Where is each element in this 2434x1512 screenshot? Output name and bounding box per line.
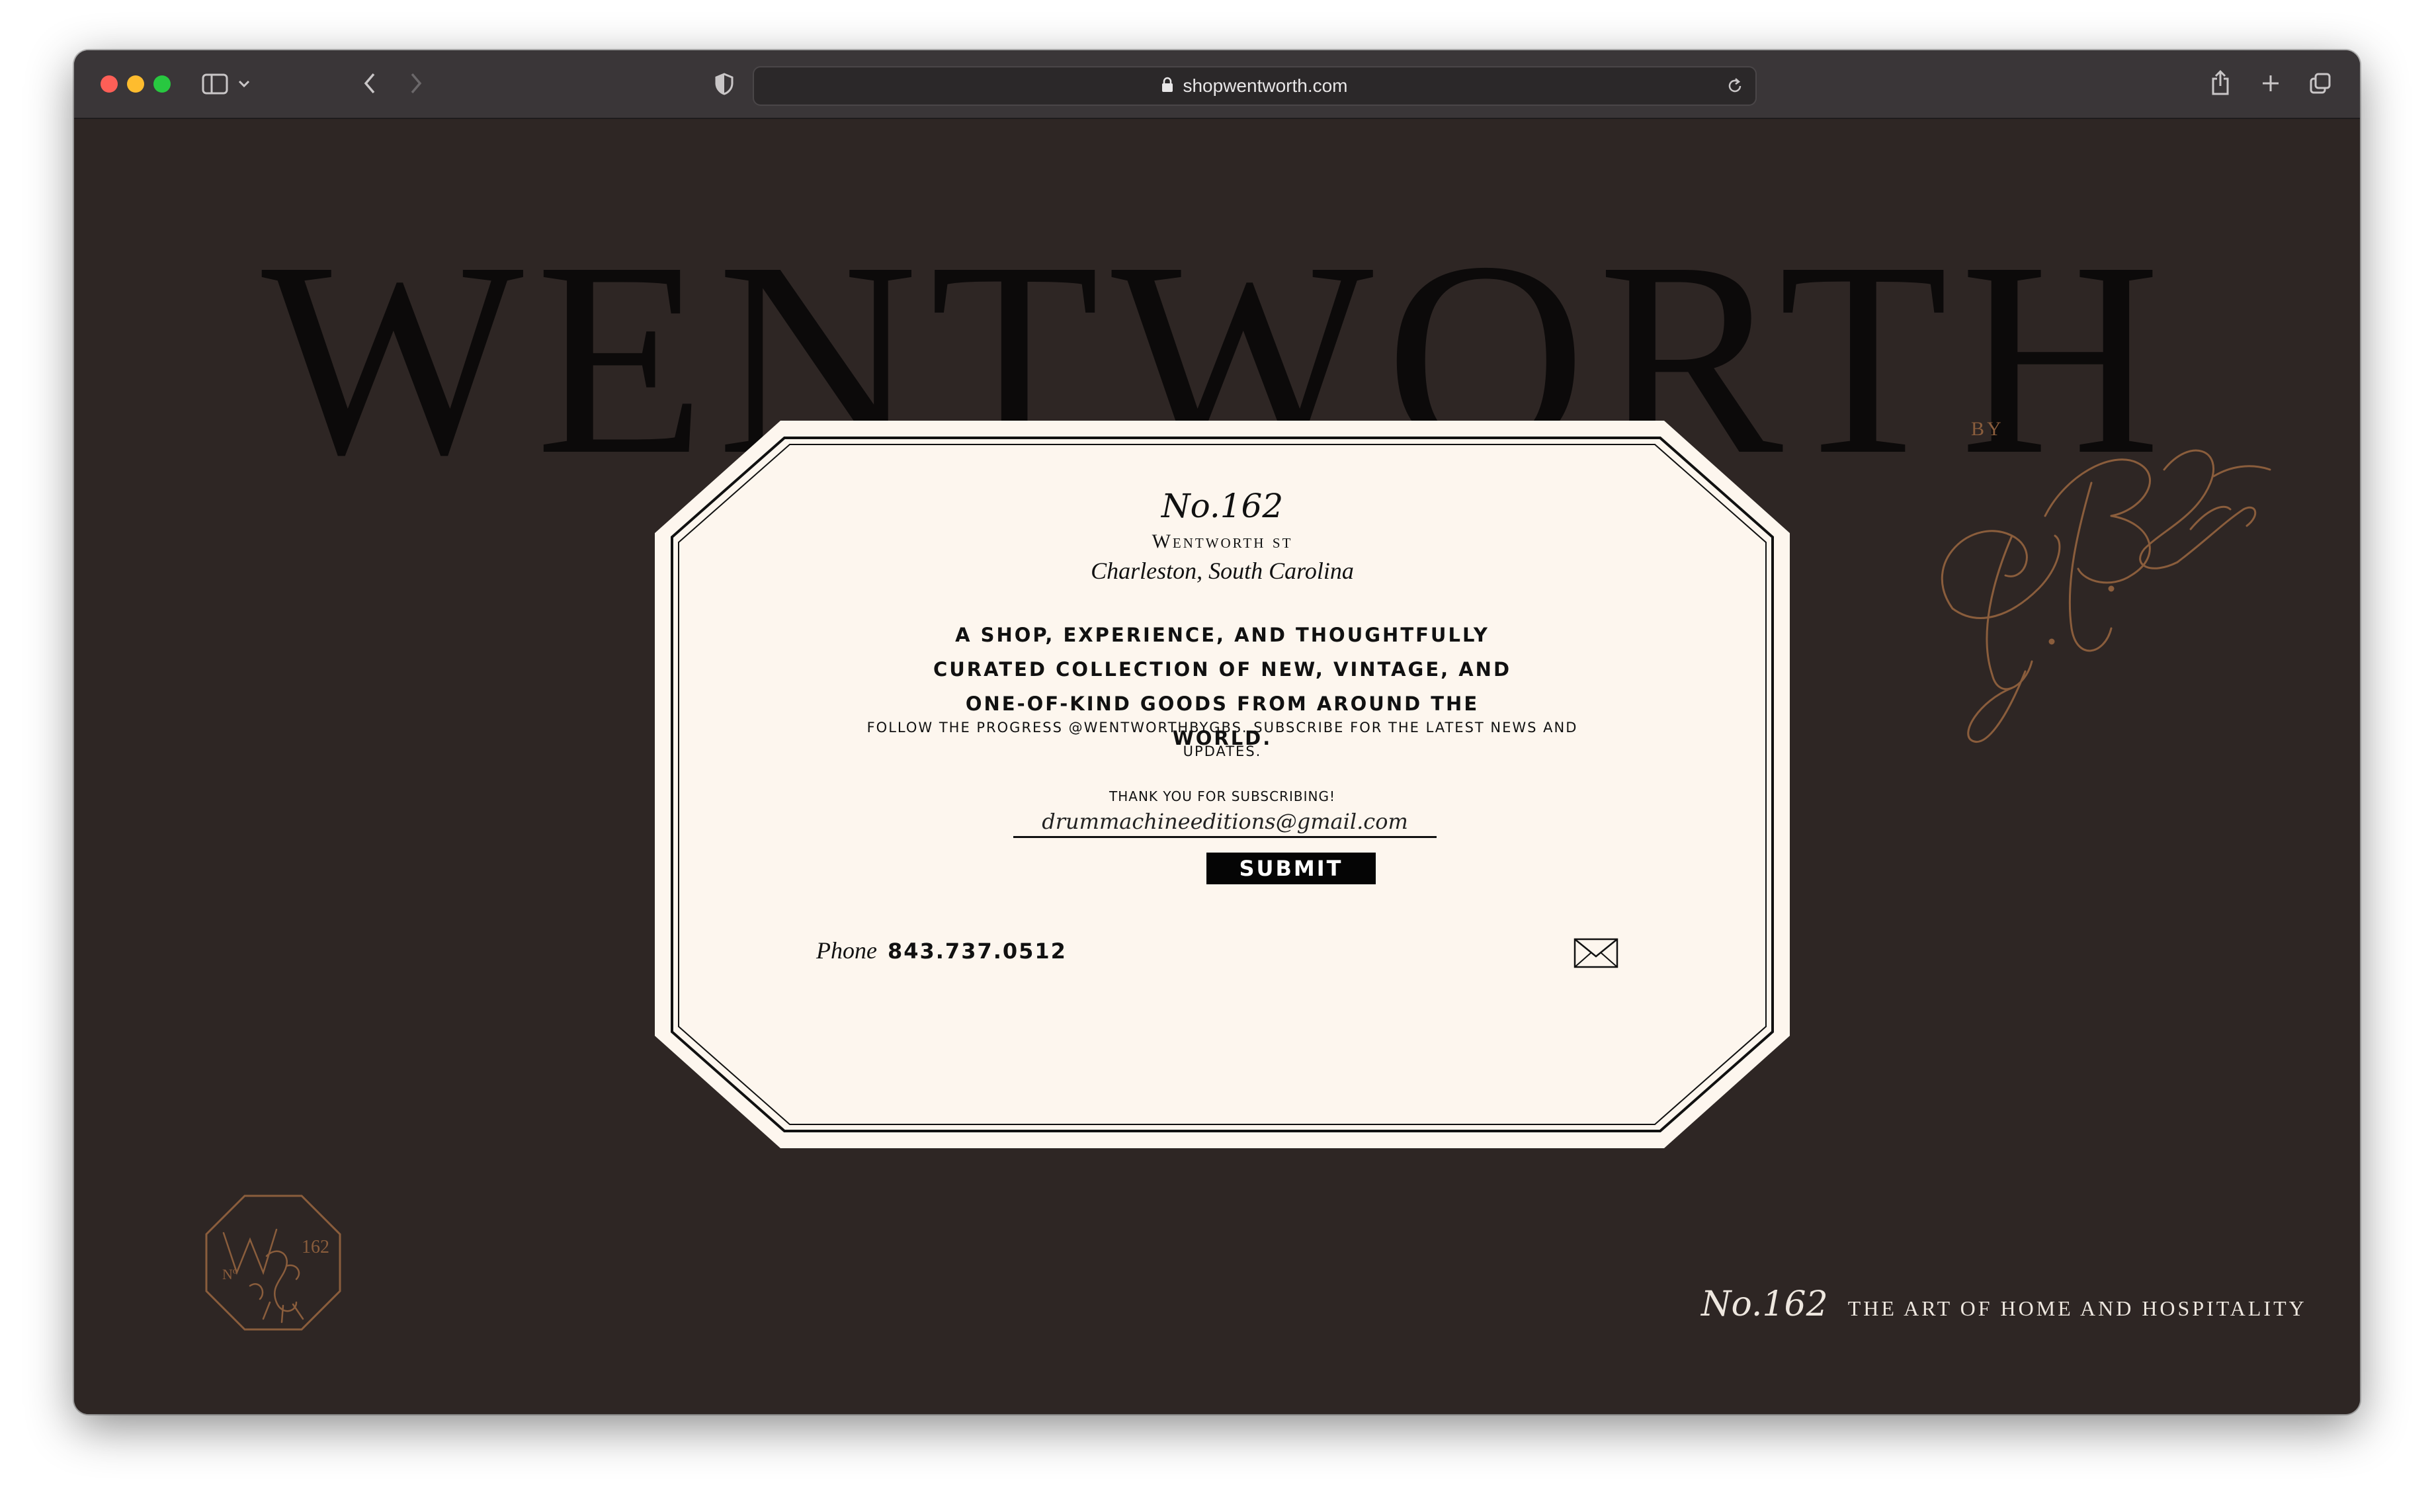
svg-text:162: 162 [302, 1237, 329, 1257]
follow-text: FOLLOW THE PROGRESS @WENTWORTHBYGBS. SUB… [866, 720, 1578, 759]
address-number: No.162 [1161, 487, 1284, 525]
footer-number: No.162 [1701, 1284, 1828, 1324]
thank-you-message: THANK YOU FOR SUBSCRIBING! [1109, 788, 1335, 804]
phone-label: Phone [816, 937, 877, 964]
phone-block: Phone 843.737.0512 [816, 937, 1067, 964]
zoom-window-button[interactable] [153, 75, 171, 93]
share-icon[interactable] [2209, 67, 2232, 98]
chevron-down-icon[interactable] [237, 75, 251, 93]
browser-window: shopwentworth.com WENTWORTH BY No.162 We… [74, 50, 2360, 1414]
phone-number[interactable]: 843.737.0512 [888, 939, 1067, 964]
address-street: Wentworth st [1152, 530, 1293, 552]
sidebar-icon[interactable] [201, 71, 229, 97]
browser-toolbar: shopwentworth.com [74, 50, 2360, 119]
svg-text:Nº: Nº [222, 1266, 237, 1282]
footer-tagline: No.162 THE ART OF HOME AND HOSPITALITY [1701, 1284, 2307, 1324]
submit-button[interactable]: SUBMIT [1206, 853, 1376, 884]
info-card: No.162 Wentworth st Charleston, South Ca… [655, 421, 1790, 1148]
email-field[interactable] [1013, 807, 1437, 838]
address-bar[interactable]: shopwentworth.com [753, 66, 1757, 106]
back-icon[interactable] [358, 70, 381, 97]
lock-icon [1161, 77, 1173, 96]
gb-sams-signature-logo [1941, 449, 2271, 743]
forward-icon[interactable] [405, 70, 427, 97]
minimize-window-button[interactable] [127, 75, 144, 93]
mail-icon[interactable] [1573, 937, 1619, 970]
web-page: WENTWORTH BY No.162 Wentworth st Charles… [74, 119, 2360, 1414]
tabs-overview-icon[interactable] [2308, 71, 2332, 95]
shield-icon[interactable] [713, 71, 735, 97]
url-text: shopwentworth.com [1183, 75, 1348, 96]
footer-text: THE ART OF HOME AND HOSPITALITY [1847, 1296, 2307, 1320]
card-content: No.162 Wentworth st Charleston, South Ca… [655, 421, 1790, 1148]
seal-logo: 162 Nº [205, 1195, 341, 1331]
reload-icon[interactable] [1726, 77, 1743, 99]
new-tab-icon[interactable] [2259, 71, 2282, 95]
address-city: Charleston, South Carolina [1091, 558, 1354, 584]
close-window-button[interactable] [101, 75, 118, 93]
